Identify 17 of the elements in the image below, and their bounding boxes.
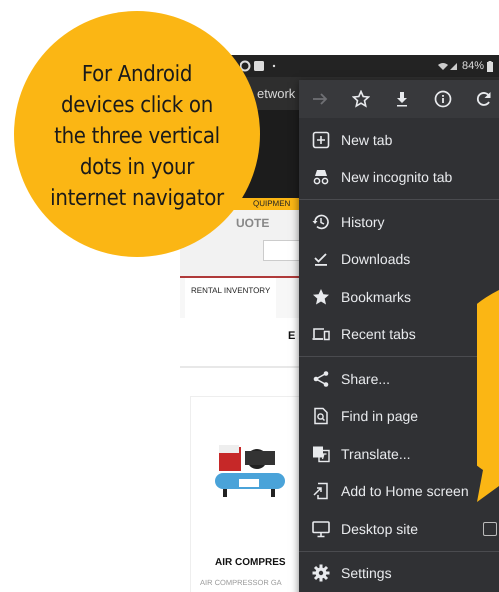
product-title: AIR COMPRES (215, 557, 287, 568)
callout-text: devices click on (61, 92, 213, 120)
menu-item[interactable]: Downloads (299, 240, 499, 278)
menu-item[interactable]: History (299, 203, 499, 240)
rental-inventory-tab[interactable]: RENTAL INVENTORY (185, 278, 276, 318)
url-text: etwork (257, 86, 296, 101)
nav-link[interactable]: QUIPMEN (253, 199, 290, 209)
menu-item[interactable]: New tab (299, 121, 499, 158)
callout-text: internet navigator (50, 184, 224, 212)
callout-text: dots in your (80, 154, 194, 182)
callout-text: the three vertical (54, 122, 220, 150)
callout-text: For Android (82, 60, 192, 88)
battery-percentage: 84% (462, 60, 484, 72)
quote-heading: UOTE (236, 216, 270, 230)
menu-item[interactable]: Recent tabs (299, 316, 499, 353)
menu-item[interactable]: Bookmarks (299, 278, 499, 316)
menu-item[interactable]: New incognito tab (299, 158, 499, 196)
